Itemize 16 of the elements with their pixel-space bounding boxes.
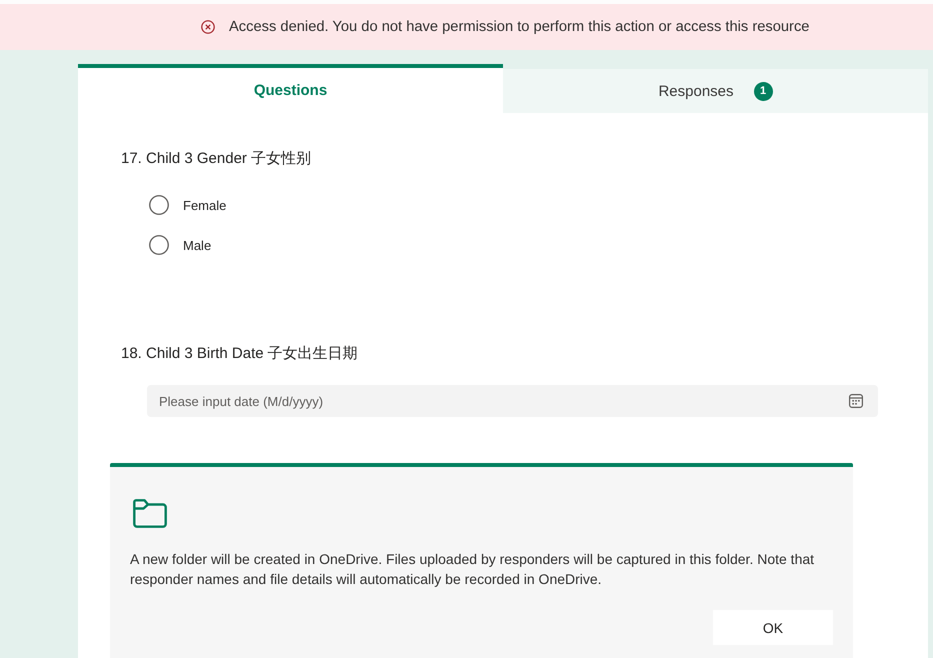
date-input-field[interactable]: Please input date (M/d/yyyy) bbox=[147, 385, 878, 417]
option-label[interactable]: Female bbox=[183, 198, 226, 212]
calendar-icon[interactable] bbox=[849, 394, 863, 408]
error-message: Access denied. You do not have permission to perform this action or access this resource bbox=[229, 19, 810, 35]
ok-button[interactable]: OK bbox=[713, 610, 833, 645]
tab[interactable]: Questions bbox=[78, 64, 503, 113]
radio-button[interactable] bbox=[149, 195, 169, 215]
option-label[interactable]: Male bbox=[183, 238, 212, 252]
radio-button[interactable] bbox=[149, 235, 169, 255]
question-title: 18. Child 3 Birth Date 子女出生日期 bbox=[121, 344, 358, 364]
error-icon bbox=[201, 20, 215, 34]
dialog-message: A new folder will be created in OneDrive. Files uploaded by responders will be captured in this folder. Note that responder names and file details will automatically be recorded in OneDrive. bbox=[130, 550, 816, 589]
tab[interactable]: Responses 1 bbox=[503, 69, 928, 113]
question-title: 17. Child 3 Gender 子女性别 bbox=[121, 149, 312, 169]
folder-icon bbox=[133, 499, 167, 528]
count-badge: 1 bbox=[754, 82, 773, 100]
